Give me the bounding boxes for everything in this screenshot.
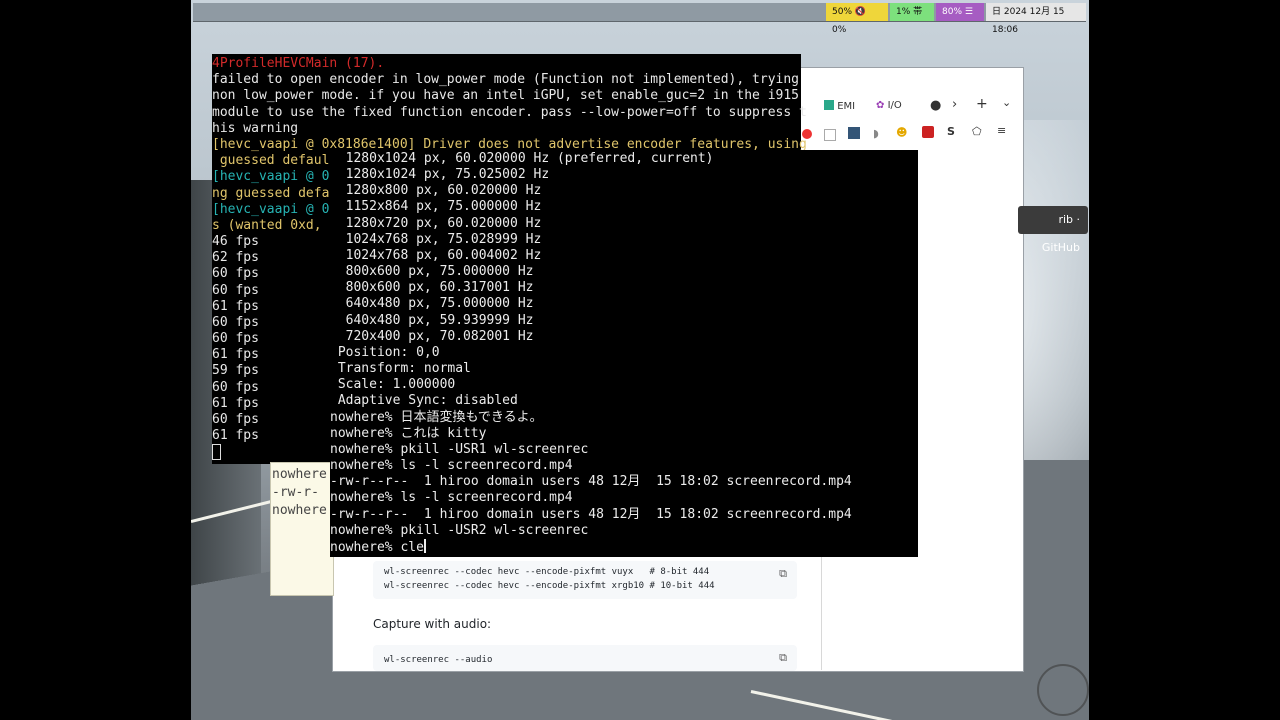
tab-label: EMI <box>837 101 856 112</box>
fps-line: 60 fps <box>212 331 259 346</box>
fps-line: 60 fps <box>212 315 259 330</box>
terminal-line: 1280x720 px, 60.020000 Hz <box>330 216 542 231</box>
terminal-line: nowhere% ls -l screenrecord.mp4 <box>330 458 573 473</box>
cpu-volume-status[interactable]: 50% 🔇 0% <box>826 3 888 35</box>
terminal-line: s (wanted 0xd, <box>212 218 322 233</box>
code-block: wl-screenrec --codec hevc --encode-pixfm… <box>373 561 797 599</box>
network-status[interactable]: 1% 帯 <box>890 3 934 21</box>
terminal-line: nowhere% pkill -USR1 wl-screenrec <box>330 442 589 457</box>
terminal-line: 1280x800 px, 60.020000 Hz <box>330 183 542 198</box>
extension-icon[interactable] <box>848 127 860 139</box>
terminal-line: Transform: normal <box>330 361 471 376</box>
kitty-terminal[interactable]: 1280x1024 px, 60.020000 Hz (preferred, c… <box>330 150 918 557</box>
terminal-line: nowhere% ls -l screenrecord.mp4 <box>330 490 573 505</box>
terminal-line: 800x600 px, 75.000000 Hz <box>330 264 534 279</box>
terminal-line: failed to open encoder in low_power mode… <box>212 72 799 87</box>
terminal-line: nowhere% pkill -USR2 wl-screenrec <box>330 523 589 538</box>
terminal-cursor <box>212 444 221 463</box>
terminal-line: non low_power mode. if you have an intel… <box>212 88 799 103</box>
tab-label: I/O <box>887 100 902 111</box>
fps-line: 61 fps <box>212 396 259 411</box>
small-terminal-window[interactable]: nowhere -rw-r- nowhere <box>270 462 334 596</box>
terminal-line: ng guessed defa <box>212 186 330 201</box>
fps-line: 60 fps <box>212 380 259 395</box>
terminal-line: [hevc_vaapi @ 0 <box>212 169 330 184</box>
fps-line: 60 fps <box>212 412 259 427</box>
terminal-line: 1280x1024 px, 60.020000 Hz (preferred, c… <box>330 151 714 166</box>
terminal-line: 640x480 px, 75.000000 Hz <box>330 296 534 311</box>
code-block: wl-screenrec --audio ⧉ <box>373 645 797 671</box>
terminal-line: nowhere% これは kitty <box>330 426 487 441</box>
fps-line: 61 fps <box>212 299 259 314</box>
tab-io[interactable]: ✿ I/O <box>876 100 902 111</box>
code-line: wl-screenrec --codec hevc --encode-pixfm… <box>384 581 715 591</box>
extension-icon[interactable]: ◗ <box>873 127 879 140</box>
terminal-line: 1024x768 px, 60.004002 Hz <box>330 248 542 263</box>
top-panel: 50% 🔇 0% 1% 帯 80% ☰ 日 2024 12月 15 18:06 <box>193 3 1086 35</box>
terminal-line: 1280x1024 px, 75.025002 Hz <box>330 167 550 182</box>
terminal-line: [hevc_vaapi @ 0 <box>212 202 330 217</box>
watermark-logo <box>1037 664 1089 716</box>
extensions-puzzle-icon[interactable]: ⬠ <box>972 125 982 138</box>
terminal-line: nowhere <box>272 503 327 518</box>
terminal-line: guessed defaul <box>212 153 330 168</box>
extension-icon[interactable] <box>922 126 934 138</box>
terminal-line: nowhere% 日本語変換もできるよ。 <box>330 410 543 425</box>
tab-list-chevron-down-icon[interactable]: ⌄ <box>1002 96 1011 109</box>
terminal-prompt-line: nowhere% cle <box>330 539 426 556</box>
clock[interactable]: 日 2024 12月 15 18:06 <box>986 3 1086 35</box>
terminal-input[interactable]: nowhere% cle <box>330 540 424 555</box>
copy-icon[interactable]: ⧉ <box>779 651 787 665</box>
paragraph-text: Capture with audio: <box>373 617 492 631</box>
code-line: wl-screenrec --audio <box>384 655 493 665</box>
fps-line: 46 fps <box>212 234 259 249</box>
extensions-toolbar: ◗ ☻ S ⬠ ≡ <box>798 123 1023 151</box>
fps-line: 61 fps <box>212 428 259 443</box>
terminal-line: -rw-r- <box>272 485 319 500</box>
menu-hamburger-icon[interactable]: ≡ <box>997 124 1006 137</box>
terminal-line: nowhere <box>272 467 327 482</box>
fps-line: 59 fps <box>212 363 259 378</box>
fps-line: 60 fps <box>212 266 259 281</box>
tabs-chevron-right-icon[interactable]: › <box>952 97 957 112</box>
github-icon[interactable]: ● <box>930 98 941 113</box>
battery-status[interactable]: 80% ☰ <box>936 3 984 21</box>
tab-favicon-icon: ✿ <box>876 100 885 111</box>
terminal-line: -rw-r--r-- 1 hiroo domain users 48 12月 1… <box>330 474 852 489</box>
terminal-line: 720x400 px, 70.082001 Hz <box>330 329 534 344</box>
extension-icon[interactable]: S <box>947 125 955 138</box>
code-line: wl-screenrec --codec hevc --encode-pixfm… <box>384 567 710 577</box>
terminal-line: 640x480 px, 59.939999 Hz <box>330 313 534 328</box>
github-tooltip: rib · GitHub <box>1018 206 1088 254</box>
terminal-line: 1024x768 px, 75.028999 Hz <box>330 232 542 247</box>
extension-icon[interactable] <box>824 129 836 141</box>
terminal-line: 1152x864 px, 75.000000 Hz <box>330 199 542 214</box>
text-cursor <box>423 539 426 553</box>
terminal-line: his warning <box>212 121 299 136</box>
terminal-line: 800x600 px, 60.317001 Hz <box>330 280 534 295</box>
fps-line: 60 fps <box>212 283 259 298</box>
terminal-line: Scale: 1.000000 <box>330 377 456 392</box>
extension-icon[interactable]: ☻ <box>896 126 907 139</box>
terminal-line: 4ProfileHEVCMain (17). <box>212 56 385 71</box>
tab-favicon-icon <box>824 100 834 110</box>
tab-strip: EMI ✿ I/O ● › + ⌄ <box>818 92 1018 120</box>
terminal-line: module to use the fixed function encoder… <box>212 105 807 120</box>
copy-icon[interactable]: ⧉ <box>779 567 787 581</box>
terminal-line: -rw-r--r-- 1 hiroo domain users 48 12月 1… <box>330 507 852 522</box>
terminal-line: Adaptive Sync: disabled <box>330 393 518 408</box>
terminal-line: Position: 0,0 <box>330 345 440 360</box>
new-tab-button[interactable]: + <box>976 96 988 112</box>
fps-line: 62 fps <box>212 250 259 265</box>
tab-emi[interactable]: EMI <box>824 100 855 112</box>
fps-line: 61 fps <box>212 347 259 362</box>
